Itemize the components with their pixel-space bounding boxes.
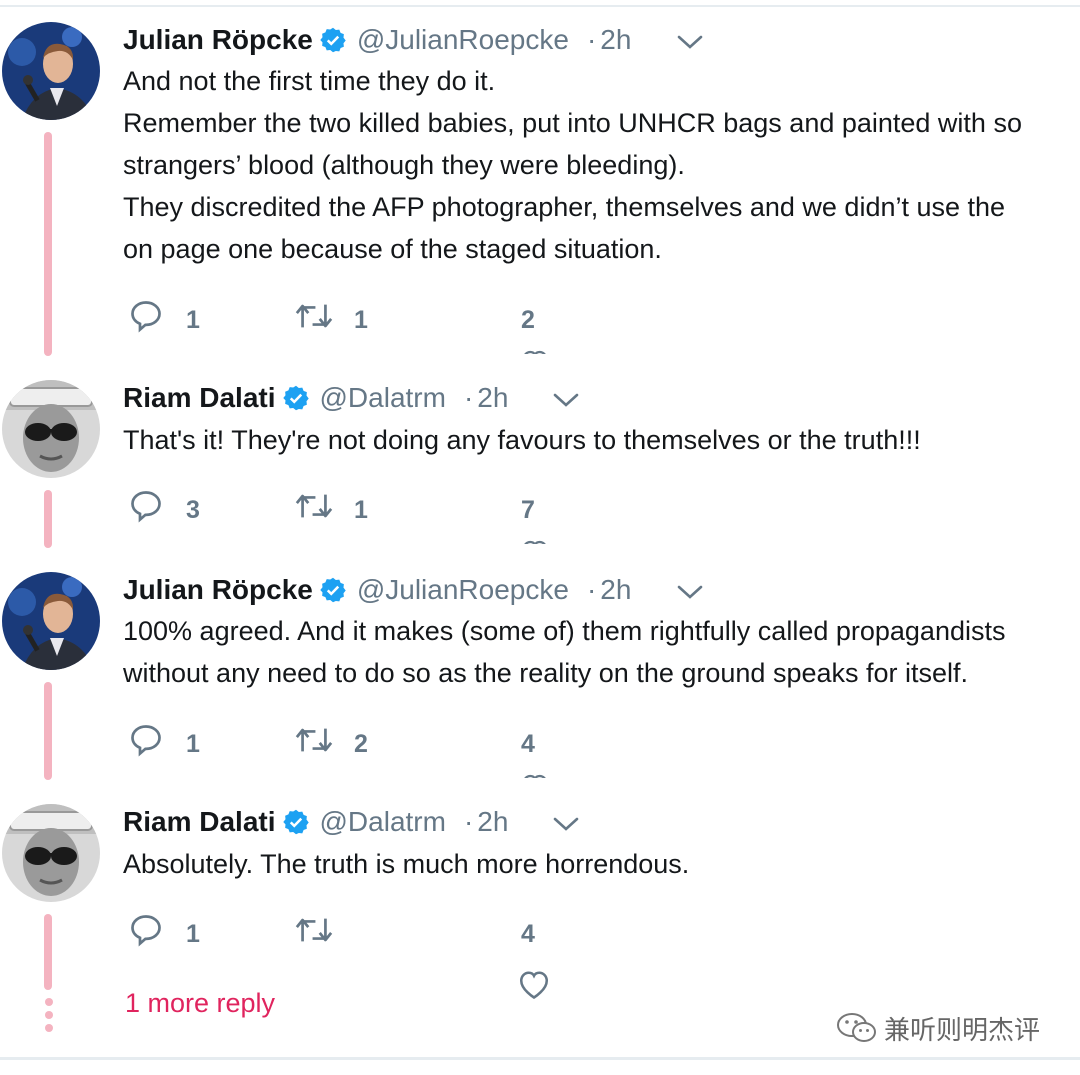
like-icon[interactable] [516, 966, 552, 1002]
text-line: And not the first time they do it. [123, 66, 496, 96]
reply-icon[interactable] [128, 722, 164, 758]
tweet-text: Absolutely. The truth is much more horre… [123, 843, 1080, 885]
separator-dot: · [586, 24, 597, 55]
retweet-count: 1 [354, 306, 368, 334]
retweet-count: 1 [354, 496, 368, 524]
like-count: 4 [521, 920, 535, 948]
chevron-down-icon[interactable] [553, 816, 579, 832]
text-line: on page one because of the staged situat… [123, 234, 662, 264]
display-name[interactable]: Riam Dalati [123, 382, 276, 414]
tweet-actions: 1 2 4 [0, 718, 1080, 778]
verified-icon [320, 577, 346, 603]
reply-icon[interactable] [128, 298, 164, 334]
display-name[interactable]: Julian Röpcke [123, 574, 313, 606]
retweet-count: 2 [354, 730, 368, 758]
reply-count: 1 [186, 306, 200, 334]
like-count: 4 [521, 730, 535, 758]
separator-dot: · [463, 382, 474, 413]
wechat-icon [837, 1013, 876, 1042]
separator-dot: · [463, 806, 474, 837]
text-line: That's it! They're not doing any favours… [123, 425, 921, 455]
retweet-icon[interactable] [294, 912, 334, 948]
avatar-julian[interactable] [2, 572, 100, 670]
like-count: 7 [521, 496, 535, 524]
tweet-actions: 1 4 [0, 908, 1080, 999]
more-reply-link[interactable]: 1 more reply [125, 988, 275, 1019]
avatar-julian[interactable] [2, 22, 100, 120]
thread-continuation-dots [44, 998, 54, 1037]
handle[interactable]: @Dalatrm [320, 382, 446, 414]
watermark-text: 兼听则明杰评 [884, 1015, 1041, 1046]
timestamp[interactable]: 2h [477, 806, 508, 838]
retweet-icon[interactable] [294, 298, 334, 334]
text-line: Absolutely. The truth is much more horre… [123, 849, 690, 879]
tweet-header: Riam Dalati @Dalatrm · 2h [123, 380, 508, 416]
watermark: 兼听则明杰评 [836, 1010, 1040, 1046]
tweet-actions: 1 1 2 [0, 294, 1080, 354]
text-line: strangers’ blood (although they were ble… [123, 150, 685, 180]
avatar-riam[interactable] [2, 380, 100, 478]
timestamp[interactable]: 2h [477, 382, 508, 414]
reply-count: 3 [186, 496, 200, 524]
chevron-down-icon[interactable] [553, 392, 579, 408]
top-divider [0, 5, 1080, 7]
like-count: 2 [521, 306, 535, 334]
avatar-riam[interactable] [2, 804, 100, 902]
reply-count: 1 [186, 730, 200, 758]
display-name[interactable]: Riam Dalati [123, 806, 276, 838]
timestamp[interactable]: 2h [600, 574, 631, 606]
retweet-icon[interactable] [294, 722, 334, 758]
separator-dot: · [586, 574, 597, 605]
verified-icon [282, 385, 309, 411]
handle[interactable]: @Dalatrm [320, 806, 446, 838]
retweet-icon[interactable] [294, 488, 334, 524]
text-line: 100% agreed. And it makes (some of) them… [123, 616, 1006, 646]
text-line: They discredited the AFP photographer, t… [123, 192, 1006, 222]
text-line: without any need to do so as the reality… [123, 658, 969, 688]
tweet-actions: 3 1 7 [0, 484, 1080, 544]
text-line: Remember the two killed babies, put into… [123, 108, 1022, 138]
verified-icon [282, 809, 309, 835]
like-icon[interactable] [518, 770, 552, 778]
reply-count: 1 [186, 920, 200, 948]
tweet-text: And not the first time they do it. Remem… [123, 60, 1080, 270]
like-icon[interactable] [518, 346, 552, 354]
handle[interactable]: @JulianRoepcke [357, 574, 569, 606]
handle[interactable]: @JulianRoepcke [357, 24, 569, 56]
chevron-down-icon[interactable] [677, 34, 703, 50]
reply-icon[interactable] [128, 488, 164, 524]
like-icon[interactable] [518, 536, 552, 544]
display-name[interactable]: Julian Röpcke [123, 24, 313, 56]
tweet-header: Julian Röpcke @JulianRoepcke · 2h [123, 22, 631, 58]
timestamp[interactable]: 2h [600, 24, 631, 56]
tweet-header: Julian Röpcke @JulianRoepcke · 2h [123, 572, 631, 608]
verified-icon [320, 27, 346, 53]
tweet-header: Riam Dalati @Dalatrm · 2h [123, 804, 508, 840]
chevron-down-icon[interactable] [677, 584, 703, 600]
reply-icon[interactable] [128, 912, 164, 948]
bottom-divider [0, 1057, 1080, 1060]
tweet-text: That's it! They're not doing any favours… [123, 419, 1080, 461]
tweet-text: 100% agreed. And it makes (some of) them… [123, 610, 1080, 694]
